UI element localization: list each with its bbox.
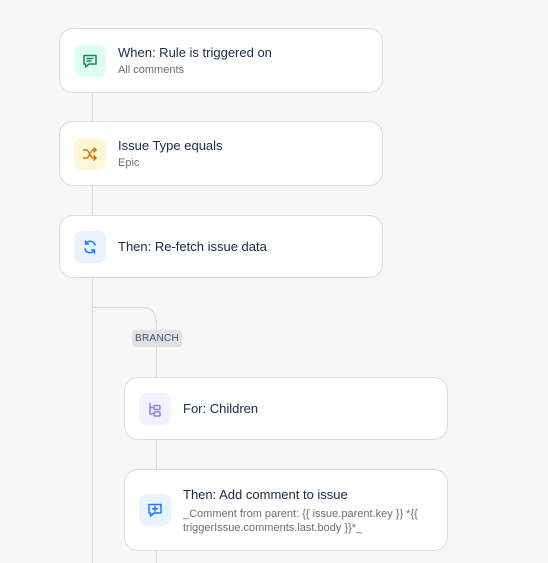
branch-for-title: For: Children [183,401,259,416]
add-comment-body: _Comment from parent: {{ issue.parent.ke… [183,507,418,535]
add-comment-title: Then: Add comment to issue [183,486,348,502]
shuffle-icon [74,137,106,170]
condition-title: Issue Type equals [118,137,223,153]
refetch-title: Then: Re-fetch issue data [118,239,267,254]
trigger-subtitle: All comments [118,63,185,76]
branch-badge: BRANCH [132,330,183,347]
hierarchy-icon [139,392,171,425]
branch-for-children-card[interactable]: For: Children [124,377,448,440]
add-comment-body-line-2: triggerIssue.comments.last.body }}*_ [183,521,363,534]
add-comment-action-card[interactable]: Then: Add comment to issue _Comment from… [124,469,448,551]
add-comment-icon [139,494,171,526]
comment-icon [74,44,106,77]
condition-card[interactable]: Issue Type equals Epic [59,121,383,186]
refresh-icon [74,230,106,263]
trigger-title: When: Rule is triggered on [118,44,272,60]
condition-subtitle: Epic [118,156,140,169]
refetch-action-card[interactable]: Then: Re-fetch issue data [59,215,383,278]
branch-connector-curve [92,307,156,321]
add-comment-body-line-1: _Comment from parent: {{ issue.parent.ke… [183,507,418,520]
trigger-card[interactable]: When: Rule is triggered on All comments [59,28,383,93]
